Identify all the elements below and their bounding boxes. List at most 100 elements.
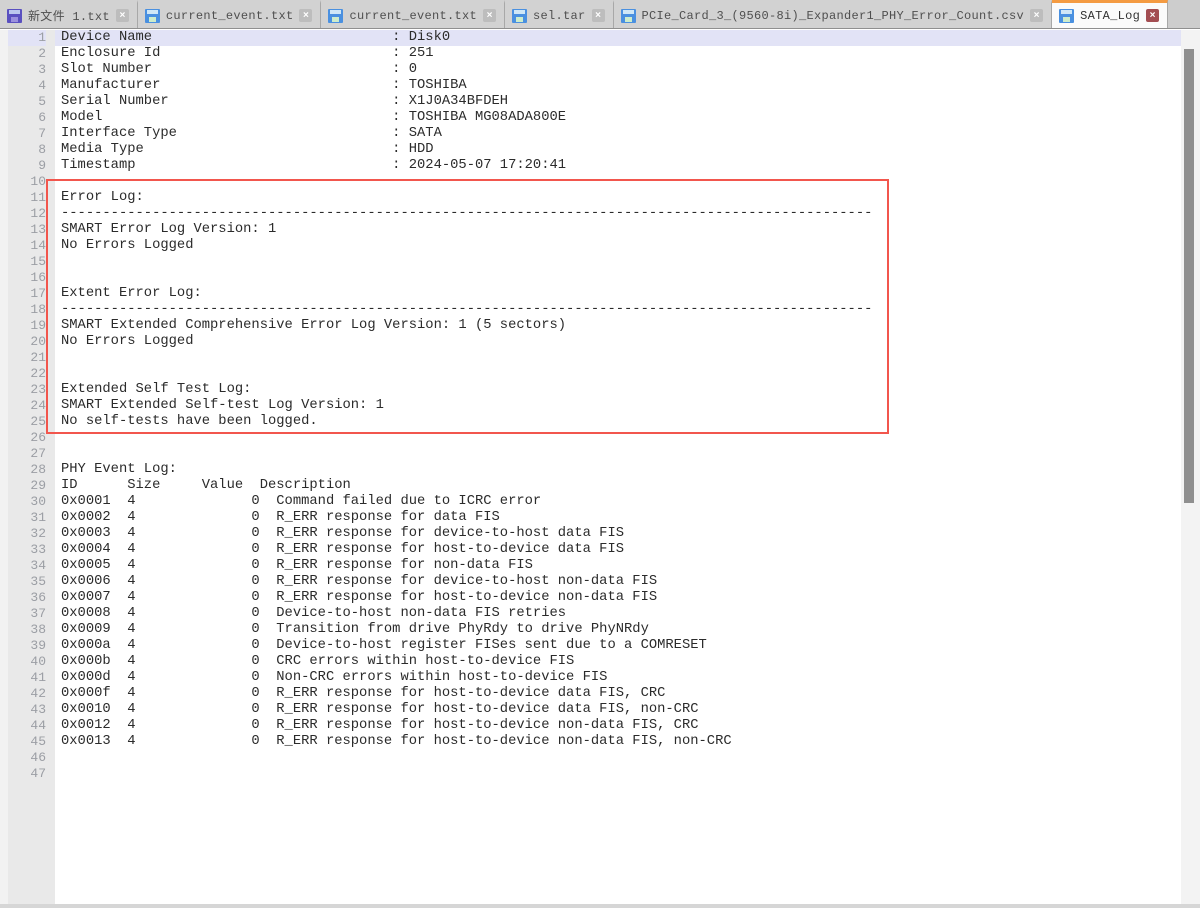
- line-number: 5: [8, 94, 46, 110]
- line-number: 46: [8, 750, 46, 766]
- code-line[interactable]: Error Log:: [61, 190, 1181, 206]
- floppy-saved-icon: [145, 9, 160, 23]
- code-line[interactable]: Manufacturer : TOSHIBA: [61, 78, 1181, 94]
- line-number: 23: [8, 382, 46, 398]
- line-number: 11: [8, 190, 46, 206]
- line-number: 28: [8, 462, 46, 478]
- code-line[interactable]: Extent Error Log:: [61, 286, 1181, 302]
- line-number: 1: [8, 30, 46, 46]
- floppy-saved-icon: [621, 9, 636, 23]
- line-number: 4: [8, 78, 46, 94]
- line-number: 9: [8, 158, 46, 174]
- line-number: 10: [8, 174, 46, 190]
- editor-margin-strip: [0, 30, 8, 904]
- tab-5[interactable]: PCIe_Card_3_(9560-8i)_Expander1_PHY_Erro…: [614, 0, 1053, 28]
- code-line[interactable]: [61, 254, 1181, 270]
- line-number: 37: [8, 606, 46, 622]
- tab-label: sel.tar: [533, 9, 586, 23]
- code-line[interactable]: Interface Type : SATA: [61, 126, 1181, 142]
- code-line[interactable]: Media Type : HDD: [61, 142, 1181, 158]
- line-number: 8: [8, 142, 46, 158]
- code-line[interactable]: No Errors Logged: [61, 334, 1181, 350]
- code-line[interactable]: 0x0010 4 0 R_ERR response for host-to-de…: [61, 702, 1181, 718]
- line-number: 13: [8, 222, 46, 238]
- code-line[interactable]: [61, 750, 1181, 766]
- code-area[interactable]: Device Name : Disk0Enclosure Id : 251Slo…: [55, 30, 1181, 904]
- line-number: 40: [8, 654, 46, 670]
- code-line[interactable]: 0x0001 4 0 Command failed due to ICRC er…: [61, 494, 1181, 510]
- tab-1[interactable]: 新文件 1.txt ×: [0, 0, 138, 28]
- tab-4[interactable]: sel.tar ×: [505, 0, 614, 28]
- tab-6-active[interactable]: SATA_Log ×: [1052, 0, 1168, 28]
- code-line[interactable]: 0x0002 4 0 R_ERR response for data FIS: [61, 510, 1181, 526]
- code-line[interactable]: [61, 366, 1181, 382]
- code-line[interactable]: PHY Event Log:: [61, 462, 1181, 478]
- tab-3[interactable]: current_event.txt ×: [321, 0, 505, 28]
- line-number: 42: [8, 686, 46, 702]
- code-line[interactable]: 0x000a 4 0 Device-to-host register FISes…: [61, 638, 1181, 654]
- line-number-gutter[interactable]: 1234567891011121314151617181920212223242…: [8, 30, 55, 904]
- code-line[interactable]: 0x0003 4 0 R_ERR response for device-to-…: [61, 526, 1181, 542]
- code-line[interactable]: 0x0008 4 0 Device-to-host non-data FIS r…: [61, 606, 1181, 622]
- tab-2[interactable]: current_event.txt ×: [138, 0, 322, 28]
- floppy-saved-icon: [512, 9, 527, 23]
- code-line[interactable]: 0x0007 4 0 R_ERR response for host-to-de…: [61, 590, 1181, 606]
- close-icon[interactable]: ×: [1030, 9, 1043, 22]
- code-line[interactable]: Serial Number : X1J0A34BFDEH: [61, 94, 1181, 110]
- tab-label: SATA_Log: [1080, 9, 1140, 23]
- scrollbar-thumb[interactable]: [1184, 49, 1194, 503]
- code-line[interactable]: ----------------------------------------…: [61, 206, 1181, 222]
- code-line[interactable]: SMART Extended Comprehensive Error Log V…: [61, 318, 1181, 334]
- code-line[interactable]: SMART Extended Self-test Log Version: 1: [61, 398, 1181, 414]
- code-line[interactable]: [61, 766, 1181, 782]
- line-number: 16: [8, 270, 46, 286]
- code-line[interactable]: Extended Self Test Log:: [61, 382, 1181, 398]
- code-line[interactable]: 0x0013 4 0 R_ERR response for host-to-de…: [61, 734, 1181, 750]
- code-line[interactable]: 0x0006 4 0 R_ERR response for device-to-…: [61, 574, 1181, 590]
- code-line[interactable]: [61, 430, 1181, 446]
- close-icon[interactable]: ×: [483, 9, 496, 22]
- vertical-scrollbar[interactable]: [1181, 30, 1200, 904]
- code-line[interactable]: 0x000d 4 0 Non-CRC errors within host-to…: [61, 670, 1181, 686]
- tab-label: 新文件 1.txt: [28, 7, 110, 24]
- code-line[interactable]: [61, 350, 1181, 366]
- editor-pane: 1234567891011121314151617181920212223242…: [0, 30, 1200, 904]
- code-line[interactable]: No Errors Logged: [61, 238, 1181, 254]
- code-line[interactable]: 0x000b 4 0 CRC errors within host-to-dev…: [61, 654, 1181, 670]
- code-line[interactable]: 0x0009 4 0 Transition from drive PhyRdy …: [61, 622, 1181, 638]
- line-number: 26: [8, 430, 46, 446]
- code-line[interactable]: Model : TOSHIBA MG08ADA800E: [61, 110, 1181, 126]
- code-line[interactable]: [61, 270, 1181, 286]
- code-line[interactable]: ID Size Value Description: [61, 478, 1181, 494]
- code-line-current[interactable]: Device Name : Disk0: [55, 30, 1181, 46]
- code-line[interactable]: 0x000f 4 0 R_ERR response for host-to-de…: [61, 686, 1181, 702]
- floppy-saved-icon: [328, 9, 343, 23]
- code-line[interactable]: Enclosure Id : 251: [61, 46, 1181, 62]
- code-line[interactable]: 0x0004 4 0 R_ERR response for host-to-de…: [61, 542, 1181, 558]
- close-icon[interactable]: ×: [299, 9, 312, 22]
- tab-label: PCIe_Card_3_(9560-8i)_Expander1_PHY_Erro…: [642, 9, 1025, 23]
- code-line[interactable]: ----------------------------------------…: [61, 302, 1181, 318]
- code-line[interactable]: No self-tests have been logged.: [61, 414, 1181, 430]
- code-line[interactable]: SMART Error Log Version: 1: [61, 222, 1181, 238]
- line-number: 17: [8, 286, 46, 302]
- line-number: 14: [8, 238, 46, 254]
- line-number: 32: [8, 526, 46, 542]
- line-number: 25: [8, 414, 46, 430]
- code-line[interactable]: Timestamp : 2024-05-07 17:20:41: [61, 158, 1181, 174]
- tab-label: current_event.txt: [166, 9, 294, 23]
- code-line[interactable]: 0x0005 4 0 R_ERR response for non-data F…: [61, 558, 1181, 574]
- tab-label: current_event.txt: [349, 9, 477, 23]
- code-line[interactable]: Slot Number : 0: [61, 62, 1181, 78]
- close-icon[interactable]: ×: [592, 9, 605, 22]
- code-line[interactable]: [61, 174, 1181, 190]
- close-icon[interactable]: ×: [1146, 9, 1159, 22]
- line-number: 3: [8, 62, 46, 78]
- line-number: 41: [8, 670, 46, 686]
- line-number: 44: [8, 718, 46, 734]
- code-line[interactable]: 0x0012 4 0 R_ERR response for host-to-de…: [61, 718, 1181, 734]
- floppy-saved-icon: [1059, 9, 1074, 23]
- floppy-modified-icon: [7, 9, 22, 23]
- close-icon[interactable]: ×: [116, 9, 129, 22]
- code-line[interactable]: [61, 446, 1181, 462]
